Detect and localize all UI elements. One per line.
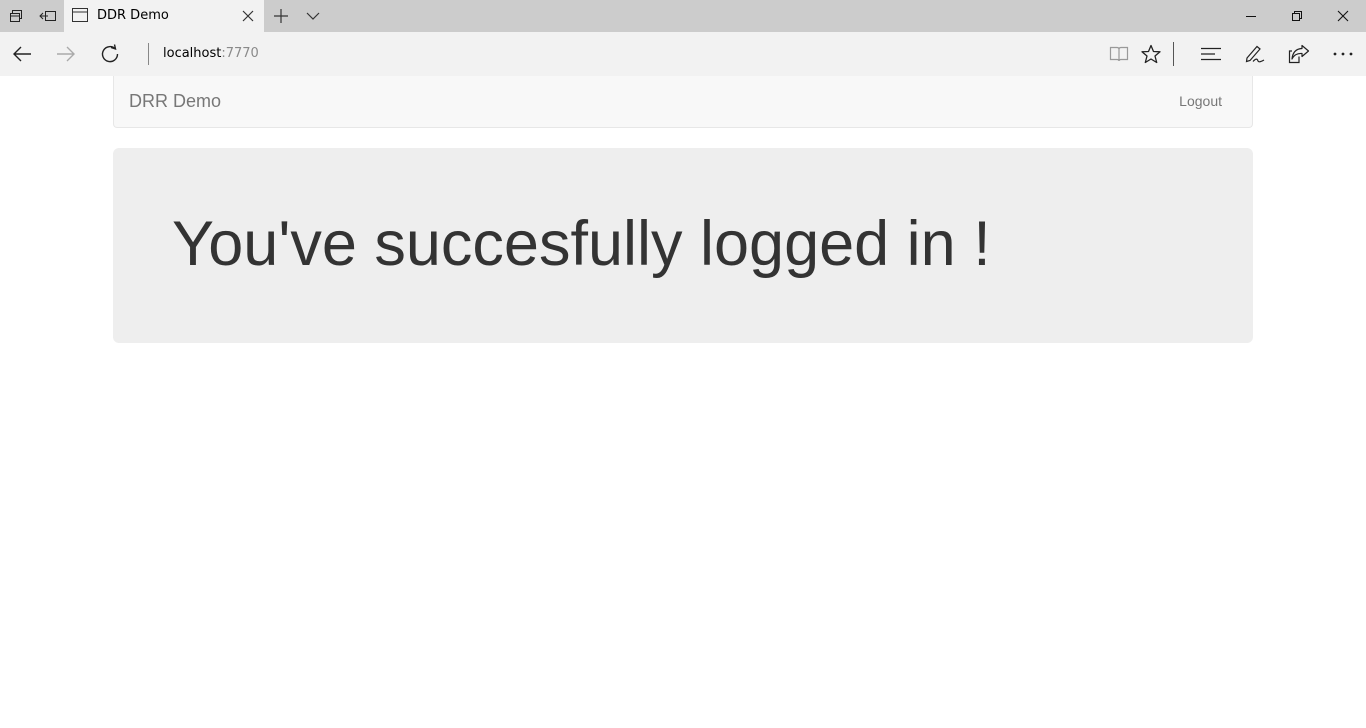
window-close-icon	[1337, 10, 1349, 22]
hub-button[interactable]	[1189, 32, 1233, 76]
refresh-button[interactable]	[88, 32, 132, 76]
new-tab-button[interactable]	[265, 0, 297, 32]
share-button[interactable]	[1277, 32, 1321, 76]
close-icon[interactable]	[240, 8, 256, 24]
refresh-icon	[100, 44, 120, 64]
browser-toolbar: localhost:7770	[0, 32, 1366, 76]
more-dots-icon	[1332, 51, 1354, 57]
active-tab[interactable]: DDR Demo	[64, 0, 264, 32]
forward-button[interactable]	[44, 32, 88, 76]
tab-list-chevron-icon	[305, 8, 321, 24]
tab-title: DDR Demo	[97, 8, 169, 23]
toolbar-separator	[1173, 42, 1174, 66]
logout-link[interactable]: Logout	[1179, 76, 1222, 126]
address-host: localhost	[163, 46, 222, 61]
browser-tab-strip: DDR Demo	[0, 0, 1366, 32]
set-aside-tabs-icon	[39, 8, 57, 24]
more-button[interactable]	[1321, 32, 1365, 76]
minimize-button[interactable]	[1228, 0, 1274, 32]
restore-icon	[1291, 10, 1303, 22]
tab-previews-button[interactable]	[0, 0, 32, 32]
site-brand[interactable]: DRR Demo	[129, 76, 221, 126]
set-aside-tabs-button[interactable]	[32, 0, 64, 32]
restore-button[interactable]	[1274, 0, 1320, 32]
favorite-star-icon	[1141, 44, 1161, 64]
share-icon	[1288, 44, 1310, 64]
page-favicon-icon	[72, 8, 88, 22]
site-navbar: DRR Demo Logout	[113, 76, 1253, 128]
new-tab-plus-icon	[273, 8, 289, 24]
tab-list-button[interactable]	[297, 0, 329, 32]
back-arrow-icon	[12, 44, 32, 64]
back-button[interactable]	[0, 32, 44, 76]
success-jumbotron: You've succesfully logged in !	[113, 148, 1253, 343]
success-heading: You've succesfully logged in !	[172, 209, 991, 279]
address-port: :7770	[221, 46, 259, 61]
reading-view-icon	[1109, 45, 1129, 63]
tab-previews-icon	[8, 8, 24, 24]
address-bar[interactable]: localhost:7770	[163, 32, 259, 76]
hub-icon	[1200, 46, 1222, 62]
web-note-pen-icon	[1244, 44, 1266, 64]
web-note-button[interactable]	[1233, 32, 1277, 76]
minimize-icon	[1245, 10, 1257, 22]
window-close-button[interactable]	[1320, 0, 1366, 32]
forward-arrow-icon	[56, 44, 76, 64]
favorite-button[interactable]	[1129, 32, 1173, 76]
address-separator	[148, 43, 149, 65]
